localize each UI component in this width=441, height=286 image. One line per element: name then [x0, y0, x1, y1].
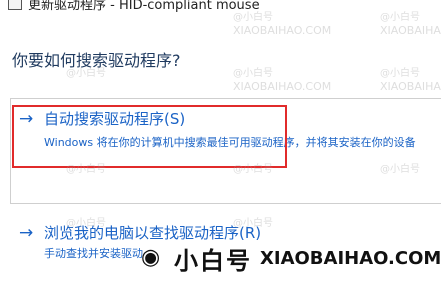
page-heading: 你要如何搜索驱动程序? [12, 51, 181, 70]
window-title: 更新驱动程序 - HID-compliant mouse [28, 0, 260, 13]
option-title: 自动搜索驱动程序(S) [44, 110, 186, 128]
brand-name: 小白号 [174, 247, 252, 275]
wifi-circle-icon: ◉ [141, 245, 161, 270]
arrow-right-icon: → [19, 223, 34, 243]
watermark-text: @小白号 [233, 68, 273, 79]
option-description: 手动查找并安装驱动 [44, 247, 143, 260]
watermark-text: @小白号 [380, 68, 420, 79]
update-driver-window: 更新驱动程序 - HID-compliant mouse 你要如何搜索驱动程序?… [0, 0, 441, 286]
brand-watermark: ◉ 小白号 XIAOBAIHAO.COM [141, 241, 441, 275]
arrow-right-icon: → [19, 109, 34, 129]
watermark-domain: XIAOBAIHAO.COM [380, 80, 441, 93]
brand-domain: XIAOBAIHAO.COM [260, 248, 441, 269]
device-icon [8, 0, 22, 10]
title-bar: 更新驱动程序 - HID-compliant mouse [0, 0, 441, 14]
option-description: Windows 将在你的计算机中搜索最佳可用驱动程序，并将其安装在你的设备 [44, 136, 416, 149]
option-title: 浏览我的电脑以查找驱动程序(R) [44, 224, 262, 242]
watermark-domain: XIAOBAIHAO.COM [233, 24, 332, 37]
watermark-domain: XIAOBAIHAO.COM [380, 24, 441, 37]
watermark-domain: XIAOBAIHAO.COM [233, 80, 332, 93]
